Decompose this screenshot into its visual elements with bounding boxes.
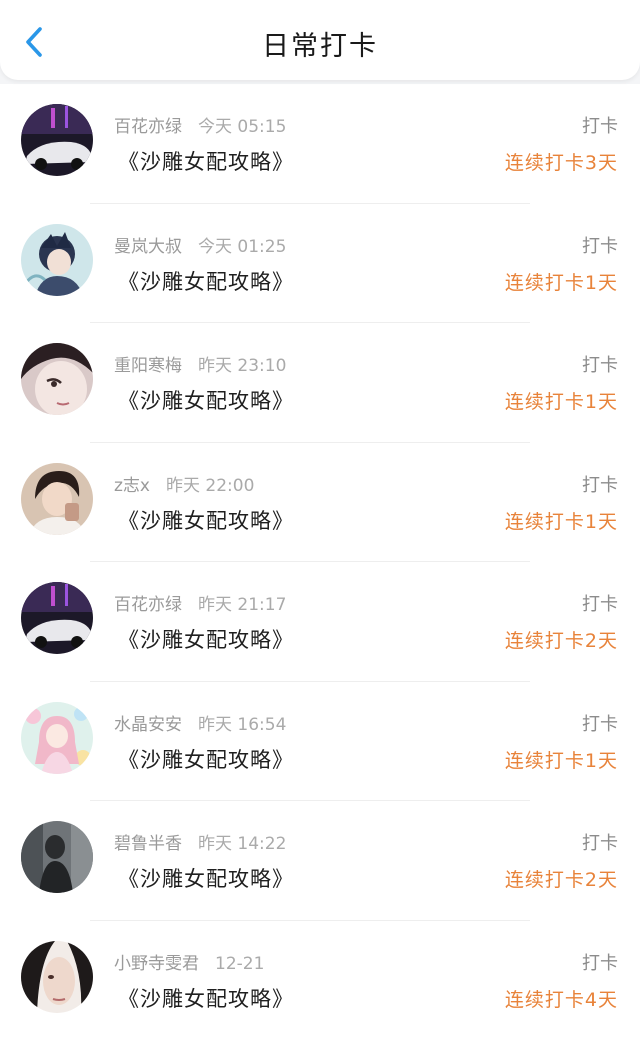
avatar[interactable]: [21, 104, 93, 176]
streak-count: 连续打卡3天: [505, 148, 618, 175]
user-meta: 小野寺雯君 12-21: [114, 949, 264, 974]
avatar[interactable]: [21, 821, 93, 893]
checkin-label: 打卡: [582, 829, 618, 855]
post-title[interactable]: 《沙雕女配攻略》: [118, 744, 294, 774]
user-name[interactable]: 重阳寒梅: [114, 356, 182, 376]
checkin-time: 昨天 14:22: [198, 834, 286, 854]
user-meta: z志x 昨天 22:00: [114, 471, 254, 496]
checkin-list: 百花亦绿今天 05:15 《沙雕女配攻略》 打卡 连续打卡3天 曼岚大叔今天 0…: [0, 84, 640, 1040]
page-title: 日常打卡: [0, 24, 640, 63]
checkin-row[interactable]: 重阳寒梅昨天 23:10 《沙雕女配攻略》 打卡 连续打卡1天: [0, 323, 640, 443]
streak-count: 连续打卡1天: [505, 746, 618, 773]
post-title[interactable]: 《沙雕女配攻略》: [118, 266, 294, 296]
user-meta: 重阳寒梅昨天 23:10: [114, 351, 286, 376]
user-meta: 水晶安安昨天 16:54: [114, 710, 286, 735]
avatar[interactable]: [21, 582, 93, 654]
user-name[interactable]: 水晶安安: [114, 715, 182, 735]
user-name[interactable]: 碧鲁半香: [114, 834, 182, 854]
checkin-label: 打卡: [582, 949, 618, 975]
user-name[interactable]: 百花亦绿: [114, 595, 182, 615]
avatar[interactable]: [21, 941, 93, 1013]
avatar[interactable]: [21, 463, 93, 535]
checkin-row[interactable]: z志x 昨天 22:00 《沙雕女配攻略》 打卡 连续打卡1天: [0, 443, 640, 563]
streak-count: 连续打卡1天: [505, 387, 618, 414]
user-name[interactable]: 曼岚大叔: [114, 237, 182, 257]
checkin-row[interactable]: 百花亦绿今天 05:15 《沙雕女配攻略》 打卡 连续打卡3天: [0, 84, 640, 204]
checkin-label: 打卡: [582, 232, 618, 258]
checkin-time: 昨天 22:00: [166, 476, 254, 496]
checkin-time: 今天 01:25: [198, 237, 286, 257]
post-title[interactable]: 《沙雕女配攻略》: [118, 624, 294, 654]
streak-count: 连续打卡1天: [505, 268, 618, 295]
checkin-time: 昨天 16:54: [198, 715, 286, 735]
streak-count: 连续打卡2天: [505, 626, 618, 653]
user-name[interactable]: z志x: [114, 476, 150, 496]
avatar[interactable]: [21, 702, 93, 774]
user-meta: 碧鲁半香昨天 14:22: [114, 829, 286, 854]
checkin-time: 昨天 23:10: [198, 356, 286, 376]
checkin-row[interactable]: 小野寺雯君 12-21 《沙雕女配攻略》 打卡 连续打卡4天: [0, 921, 640, 1040]
avatar[interactable]: [21, 343, 93, 415]
streak-count: 连续打卡4天: [505, 985, 618, 1012]
checkin-row[interactable]: 百花亦绿昨天 21:17 《沙雕女配攻略》 打卡 连续打卡2天: [0, 562, 640, 682]
avatar[interactable]: [21, 224, 93, 296]
post-title[interactable]: 《沙雕女配攻略》: [118, 983, 294, 1013]
checkin-row[interactable]: 曼岚大叔今天 01:25 《沙雕女配攻略》 打卡 连续打卡1天: [0, 204, 640, 324]
checkin-label: 打卡: [582, 112, 618, 138]
header-bar: 日常打卡: [0, 0, 640, 80]
post-title[interactable]: 《沙雕女配攻略》: [118, 863, 294, 893]
checkin-label: 打卡: [582, 351, 618, 377]
post-title[interactable]: 《沙雕女配攻略》: [118, 385, 294, 415]
checkin-row[interactable]: 水晶安安昨天 16:54 《沙雕女配攻略》 打卡 连续打卡1天: [0, 682, 640, 802]
streak-count: 连续打卡1天: [505, 507, 618, 534]
user-meta: 曼岚大叔今天 01:25: [114, 232, 286, 257]
user-name[interactable]: 小野寺雯君: [114, 954, 199, 974]
user-meta: 百花亦绿今天 05:15: [114, 112, 286, 137]
user-name[interactable]: 百花亦绿: [114, 117, 182, 137]
checkin-time: 昨天 21:17: [198, 595, 286, 615]
checkin-label: 打卡: [582, 471, 618, 497]
post-title[interactable]: 《沙雕女配攻略》: [118, 146, 294, 176]
checkin-time: 12-21: [215, 954, 264, 974]
checkin-label: 打卡: [582, 590, 618, 616]
checkin-label: 打卡: [582, 710, 618, 736]
checkin-time: 今天 05:15: [198, 117, 286, 137]
streak-count: 连续打卡2天: [505, 865, 618, 892]
user-meta: 百花亦绿昨天 21:17: [114, 590, 286, 615]
checkin-row[interactable]: 碧鲁半香昨天 14:22 《沙雕女配攻略》 打卡 连续打卡2天: [0, 801, 640, 921]
post-title[interactable]: 《沙雕女配攻略》: [118, 505, 294, 535]
